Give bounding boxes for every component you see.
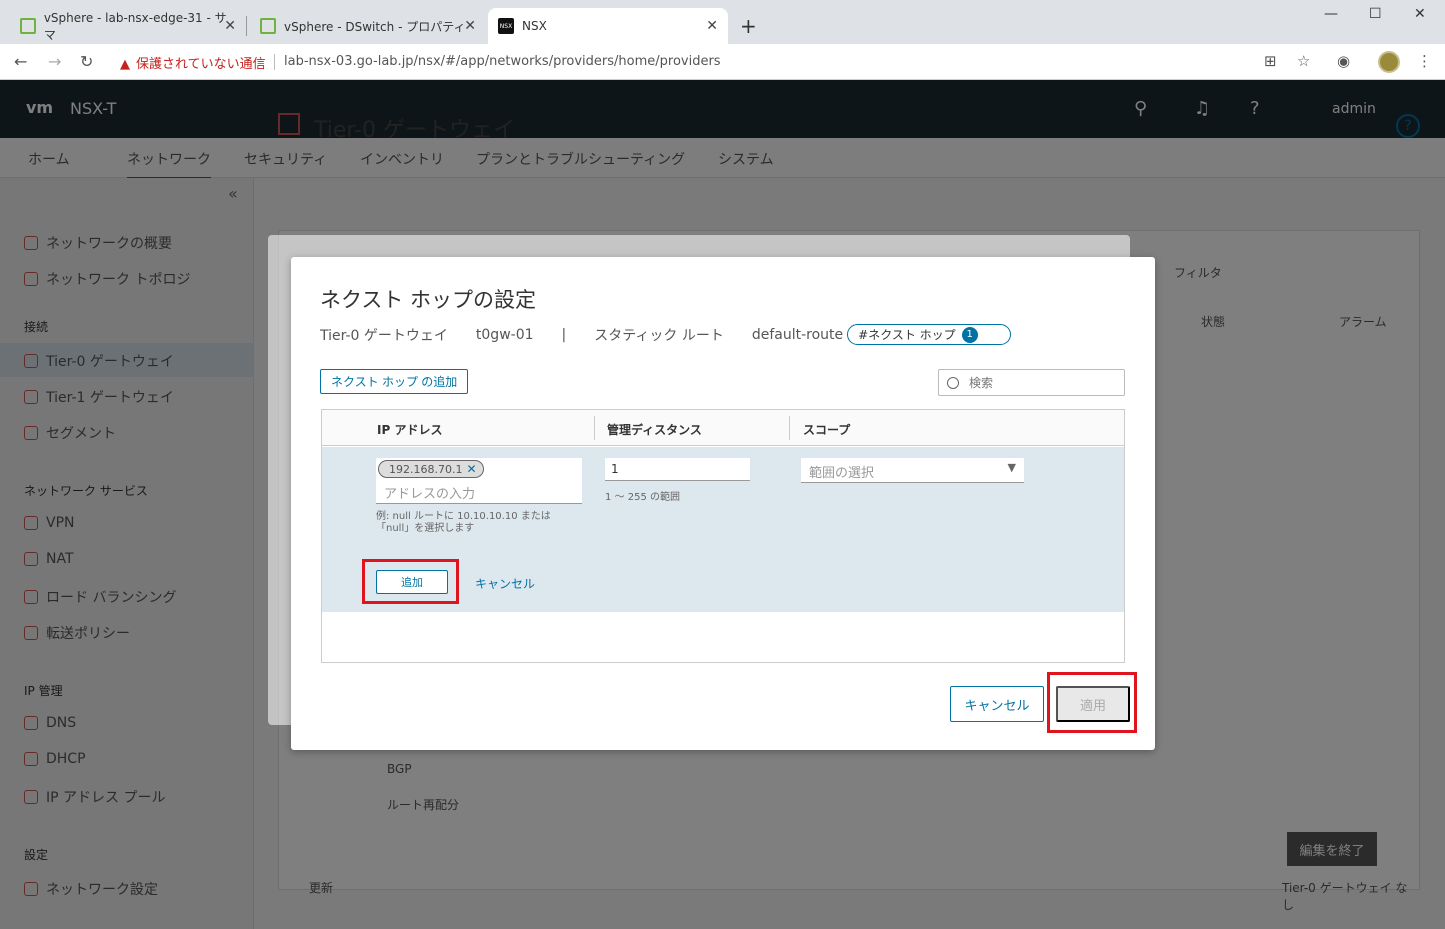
ip-hint-line-1: 例: null ルートに 10.10.10.10 または <box>376 511 551 522</box>
extension-icon[interactable]: ◉ <box>1337 52 1350 70</box>
profile-avatar[interactable] <box>1378 51 1400 73</box>
close-icon[interactable]: ✕ <box>706 18 718 34</box>
security-warning[interactable]: ▲ 保護されていない通信 <box>120 53 266 72</box>
ip-hint: 例: null ルートに 10.10.10.10 または 「null」を選択しま… <box>376 511 551 535</box>
tab-title: vSphere - DSwitch - プロパティ <box>284 19 466 34</box>
scope-placeholder: 範囲の選択 <box>809 466 875 481</box>
badge-label: #ネクスト ホップ <box>858 328 956 342</box>
browser-tab-1[interactable]: vSphere - lab-nsx-edge-31 - サマ ✕ <box>10 8 247 44</box>
security-warning-text: 保護されていない通信 <box>136 57 266 72</box>
search-input[interactable] <box>969 375 1119 390</box>
column-ip-address: IP アドレス <box>377 423 443 437</box>
window-close-icon[interactable]: ✕ <box>1414 6 1426 22</box>
browser-tabbar: vSphere - lab-nsx-edge-31 - サマ ✕ vSphere… <box>0 0 1445 44</box>
url-field[interactable]: lab-nsx-03.go-lab.jp/nsx/#/app/networks/… <box>284 54 721 69</box>
minimize-icon[interactable]: — <box>1324 6 1338 22</box>
apply-button[interactable]: 適用 <box>1056 686 1130 722</box>
crumb-route-type: スタティック ルート <box>594 327 724 344</box>
crumb-gateway-name: t0gw-01 <box>475 326 534 343</box>
admin-distance-input[interactable]: 1 <box>605 458 750 481</box>
distance-hint: 1 ～ 255 の範囲 <box>605 492 680 503</box>
dialog-breadcrumb: Tier-0 ゲートウェイ t0gw-01 | スタティック ルート defau… <box>320 324 1011 345</box>
column-scope: スコープ <box>803 423 851 437</box>
close-icon[interactable]: ✕ <box>464 18 476 34</box>
column-divider <box>594 416 595 440</box>
crumb-separator: | <box>561 326 567 343</box>
nsx-icon: NSX <box>498 18 514 34</box>
forward-icon[interactable]: → <box>48 52 61 71</box>
vsphere-icon <box>20 18 36 34</box>
tab-divider <box>246 16 247 36</box>
star-icon[interactable]: ☆ <box>1297 52 1310 70</box>
crumb-gateway-type: Tier-0 ゲートウェイ <box>320 327 448 344</box>
add-next-hop-button[interactable]: ネクスト ホップ の追加 <box>320 369 469 394</box>
badge-count: 1 <box>961 326 978 343</box>
maximize-icon[interactable]: ☐ <box>1369 6 1382 22</box>
chevron-down-icon: ▼ <box>1007 461 1016 474</box>
ip-hint-line-2: 「null」を選択します <box>376 523 475 534</box>
browser-tab-2[interactable]: vSphere - DSwitch - プロパティ ✕ <box>250 8 486 44</box>
remove-chip-icon[interactable]: ✕ <box>466 462 476 476</box>
new-tab-button[interactable]: + <box>740 14 757 38</box>
grid-header: IP アドレス 管理ディスタンス スコープ <box>322 410 1124 446</box>
next-hop-grid: IP アドレス 管理ディスタンス スコープ 192.168.70.1 ✕ アドレス… <box>321 409 1125 663</box>
back-icon[interactable]: ← <box>14 52 27 71</box>
crumb-route-name: default-route <box>751 326 844 343</box>
ip-address-input[interactable]: 192.168.70.1 ✕ アドレスの入力 <box>376 458 582 504</box>
column-admin-distance: 管理ディスタンス <box>607 423 702 437</box>
address-bar: ← → ↻ ▲ 保護されていない通信 lab-nsx-03.go-lab.jp/n… <box>0 44 1445 80</box>
translate-icon[interactable]: ⊞ <box>1264 52 1277 70</box>
next-hop-count-badge: #ネクスト ホップ 1 <box>847 324 1011 345</box>
ip-placeholder: アドレスの入力 <box>384 487 476 502</box>
url-divider <box>274 54 275 70</box>
tab-title: NSX <box>522 19 547 33</box>
reload-icon[interactable]: ↻ <box>80 52 93 71</box>
ip-chip: 192.168.70.1 ✕ <box>378 460 484 478</box>
dialog-title: ネクスト ホップの設定 <box>320 288 537 312</box>
ip-chip-value: 192.168.70.1 <box>389 462 463 476</box>
cancel-button[interactable]: キャンセル <box>950 686 1044 722</box>
column-divider <box>789 416 790 440</box>
tab-title: vSphere - lab-nsx-edge-31 - サマ <box>43 11 227 42</box>
search-icon <box>947 376 959 389</box>
next-hop-dialog: ネクスト ホップの設定 Tier-0 ゲートウェイ t0gw-01 | スタティ… <box>291 257 1155 750</box>
row-cancel-link[interactable]: キャンセル <box>475 575 535 592</box>
close-icon[interactable]: ✕ <box>224 18 236 34</box>
edit-row: 192.168.70.1 ✕ アドレスの入力 例: null ルートに 10.10… <box>322 447 1124 612</box>
vsphere-icon <box>260 18 276 34</box>
row-add-button[interactable]: 追加 <box>376 570 448 594</box>
menu-icon[interactable]: ⋮ <box>1417 52 1432 70</box>
warning-icon: ▲ <box>120 57 130 72</box>
browser-tab-3[interactable]: NSX NSX ✕ <box>488 8 728 44</box>
search-field[interactable] <box>938 369 1125 396</box>
scope-select[interactable]: 範囲の選択 ▼ <box>801 458 1024 483</box>
